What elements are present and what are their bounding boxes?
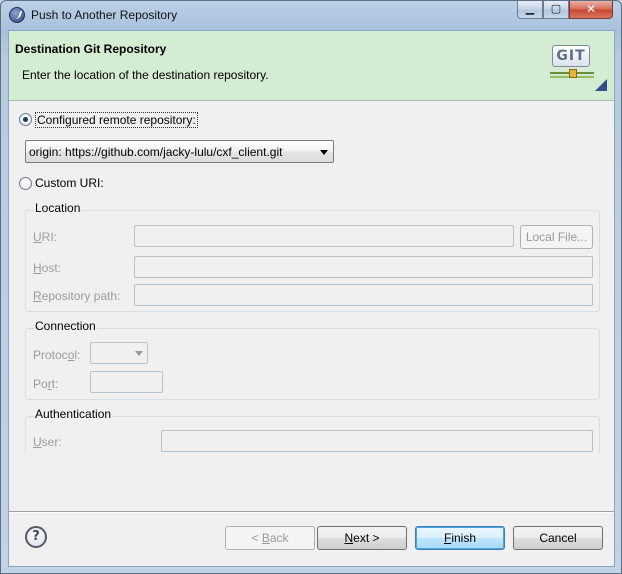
port-input[interactable] xyxy=(90,371,163,393)
connection-group: Connection Protocol: Port: xyxy=(25,319,600,400)
minimize-button[interactable]: ▁ xyxy=(517,1,543,19)
connection-group-title: Connection xyxy=(34,319,97,333)
custom-uri-label[interactable]: Custom URI: xyxy=(35,176,104,190)
protocol-label: Protocol: xyxy=(33,348,81,362)
git-logo-text: GIT xyxy=(552,45,590,67)
minimize-icon: ▁ xyxy=(525,3,535,15)
next-button[interactable]: Next > xyxy=(317,526,407,550)
local-file-button[interactable]: Local File... xyxy=(520,225,593,249)
configured-remote-label[interactable]: Configured remote repository: xyxy=(35,112,198,128)
repository-path-label: Repository path: xyxy=(33,289,121,303)
configured-remote-radio[interactable] xyxy=(19,113,32,126)
banner-corner-mark xyxy=(595,79,607,91)
maximize-icon: ▢ xyxy=(550,3,562,15)
host-input[interactable] xyxy=(134,256,593,278)
authentication-group-title: Authentication xyxy=(34,407,113,421)
repository-path-input[interactable] xyxy=(134,284,593,306)
git-logo-knob xyxy=(569,69,577,78)
close-icon: ✕ xyxy=(585,2,597,16)
host-label: Host: xyxy=(33,261,62,275)
user-input[interactable] xyxy=(161,430,593,452)
chevron-down-icon xyxy=(320,150,328,155)
close-button[interactable]: ✕ xyxy=(569,1,613,19)
banner-description: Enter the location of the destination re… xyxy=(22,68,269,82)
cancel-button[interactable]: Cancel xyxy=(513,526,603,550)
authentication-group: Authentication User: xyxy=(25,407,600,454)
eclipse-app-icon xyxy=(9,7,25,23)
help-icon[interactable]: ? xyxy=(25,526,47,548)
title-bar[interactable]: Push to Another Repository ▁ ▢ ✕ xyxy=(1,1,621,29)
banner-title: Destination Git Repository xyxy=(15,42,167,56)
wizard-banner: Destination Git Repository Enter the loc… xyxy=(9,31,614,101)
chevron-down-icon xyxy=(135,351,143,356)
git-logo-icon: GIT xyxy=(550,41,595,83)
remote-select-value: origin: https://github.com/jacky-lulu/cx… xyxy=(29,145,283,159)
location-group-title: Location xyxy=(34,201,82,215)
dialog-client-area: Destination Git Repository Enter the loc… xyxy=(8,30,615,567)
custom-uri-radio[interactable] xyxy=(19,177,32,190)
port-label: Port: xyxy=(33,377,59,391)
user-label: User: xyxy=(33,435,62,449)
finish-button[interactable]: Finish xyxy=(415,526,505,550)
window-controls: ▁ ▢ ✕ xyxy=(517,1,613,19)
footer-divider xyxy=(9,511,614,512)
dialog-window: Push to Another Repository ▁ ▢ ✕ Destina… xyxy=(0,0,622,574)
protocol-select[interactable] xyxy=(90,342,148,364)
maximize-button[interactable]: ▢ xyxy=(543,1,569,19)
uri-label: URI: xyxy=(33,230,58,244)
back-button[interactable]: < Back xyxy=(225,526,315,550)
window-title: Push to Another Repository xyxy=(31,8,178,22)
uri-input[interactable] xyxy=(134,225,514,247)
remote-select[interactable]: origin: https://github.com/jacky-lulu/cx… xyxy=(25,140,334,163)
location-group: Location URI: Local File... Host: Reposi… xyxy=(25,201,600,312)
